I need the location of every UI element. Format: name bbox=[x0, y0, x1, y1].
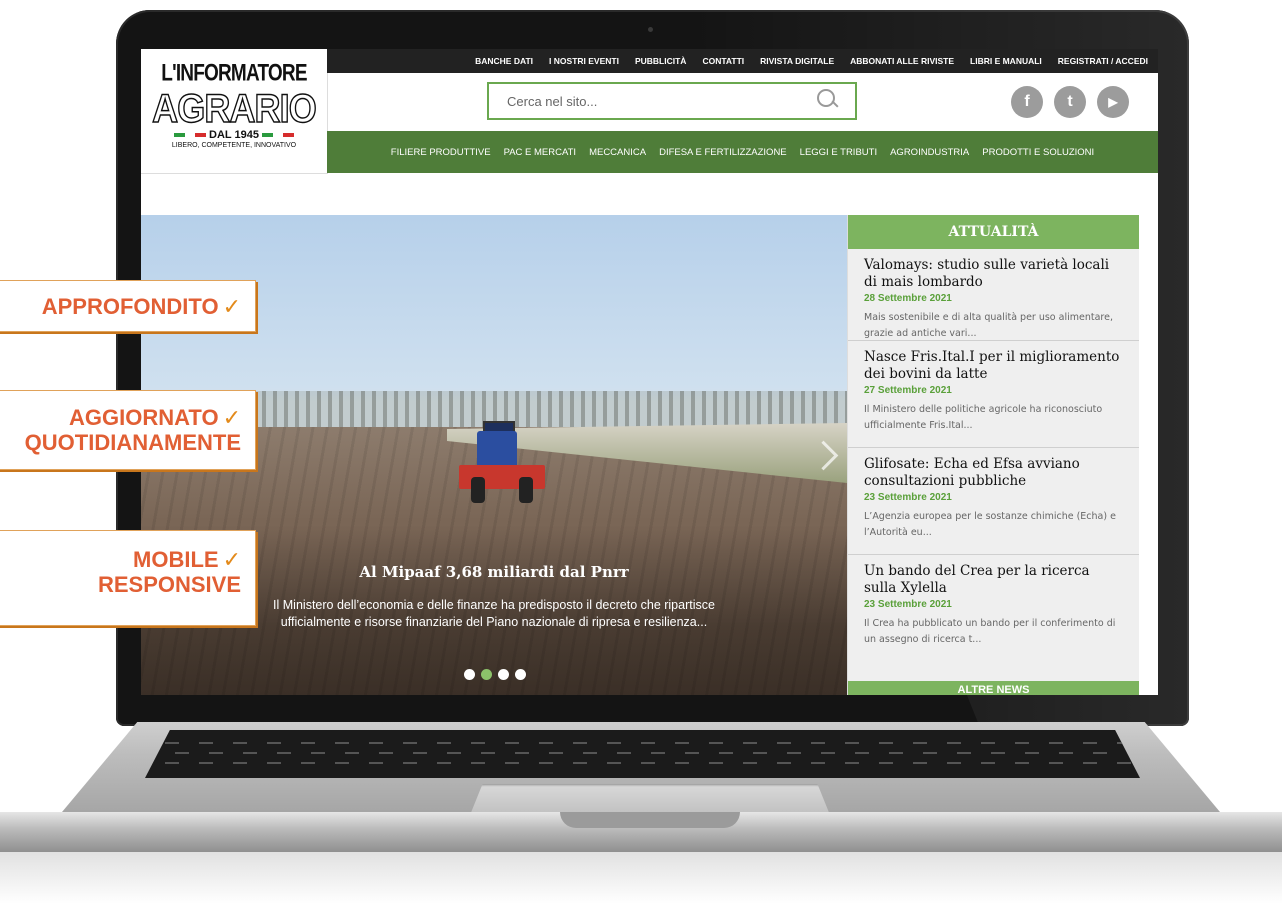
checkmark-icon: ✓ bbox=[222, 547, 241, 572]
callout-text-2: RESPONSIVE bbox=[97, 572, 241, 597]
nav-filiere-produttive[interactable]: FILIERE PRODUTTIVE bbox=[391, 147, 491, 158]
laptop-notch bbox=[560, 812, 740, 828]
callout-mobile: MOBILE ✓ RESPONSIVE bbox=[0, 530, 256, 626]
news-title[interactable]: Un bando del Crea per la ricerca sulla X… bbox=[864, 563, 1123, 597]
hero-image-tractor bbox=[459, 421, 545, 507]
logo-title-top: L'INFORMATORE bbox=[161, 60, 307, 87]
laptop-screen: L'INFORMATORE AGRARIO DAL 1945 LIBERO, C… bbox=[141, 49, 1158, 695]
topnav-banche-dati[interactable]: BANCHE DATI bbox=[475, 56, 533, 66]
hero-excerpt: Il Ministero dell’economia e delle finan… bbox=[273, 598, 715, 629]
news-item[interactable]: Un bando del Crea per la ricerca sulla X… bbox=[848, 555, 1139, 662]
topnav-eventi[interactable]: I NOSTRI EVENTI bbox=[549, 56, 619, 66]
nav-prodotti-soluzioni[interactable]: PRODOTTI E SOLUZIONI bbox=[982, 147, 1094, 158]
facebook-icon[interactable]: f bbox=[1011, 86, 1043, 118]
search-input[interactable] bbox=[505, 92, 811, 110]
news-date: 23 Settembre 2021 bbox=[864, 599, 952, 610]
news-item[interactable]: Valomays: studio sulle varietà locali di… bbox=[848, 249, 1139, 341]
key-row bbox=[145, 762, 1140, 764]
site-logo[interactable]: L'INFORMATORE AGRARIO DAL 1945 LIBERO, C… bbox=[141, 49, 328, 174]
search-box bbox=[487, 82, 857, 120]
news-heading: ATTUALITÀ bbox=[848, 215, 1139, 249]
news-title[interactable]: Glifosate: Echa ed Efsa avviano consulta… bbox=[864, 456, 1123, 490]
callout-aggiornato: AGGIORNATO ✓ QUOTIDIANAMENTE bbox=[0, 390, 256, 470]
news-date: 23 Settembre 2021 bbox=[864, 492, 952, 503]
slider-dot-3[interactable] bbox=[498, 669, 509, 680]
topnav-libri-manuali[interactable]: LIBRI E MANUALI bbox=[970, 56, 1042, 66]
news-excerpt: Il Crea ha pubblicato un bando per il co… bbox=[864, 618, 1116, 645]
slider-dots bbox=[464, 669, 526, 680]
flag-bar-left bbox=[174, 133, 207, 137]
callout-approfondito: APPROFONDITO ✓ bbox=[0, 280, 256, 332]
laptop-reflection bbox=[0, 852, 1282, 904]
callout-text-2: QUOTIDIANAMENTE bbox=[24, 430, 241, 455]
social-links: f t ▶ bbox=[1011, 86, 1129, 118]
nav-difesa-fertilizzazione[interactable]: DIFESA E FERTILIZZAZIONE bbox=[659, 147, 787, 158]
news-excerpt: Mais sostenibile e di alta qualità per u… bbox=[864, 312, 1113, 339]
callout-text: AGGIORNATO bbox=[69, 405, 219, 430]
topnav-contatti[interactable]: CONTATTI bbox=[702, 56, 744, 66]
news-excerpt: Il Ministero delle politiche agricole ha… bbox=[864, 404, 1103, 431]
search-icon[interactable] bbox=[811, 85, 843, 117]
nav-leggi-tributi[interactable]: LEGGI E TRIBUTI bbox=[800, 147, 877, 158]
laptop-keyboard bbox=[145, 730, 1140, 778]
news-date: 27 Settembre 2021 bbox=[864, 385, 952, 396]
key-row bbox=[145, 742, 1140, 744]
nav-pac-mercati[interactable]: PAC E MERCATI bbox=[504, 147, 577, 158]
news-date: 28 Settembre 2021 bbox=[864, 293, 952, 304]
news-title[interactable]: Valomays: studio sulle varietà locali di… bbox=[864, 257, 1123, 291]
top-nav: BANCHE DATI I NOSTRI EVENTI PUBBLICITÀ C… bbox=[327, 49, 1158, 73]
more-news-button[interactable]: ALTRE NEWS bbox=[848, 681, 1139, 695]
news-item[interactable]: Nasce Fris.Ital.I per il miglioramento d… bbox=[848, 341, 1139, 448]
flag-bar-right bbox=[261, 133, 294, 137]
tractor-body bbox=[477, 431, 517, 469]
topnav-abbonati[interactable]: ABBONATI ALLE RIVISTE bbox=[850, 56, 954, 66]
callout-text: APPROFONDITO bbox=[41, 294, 219, 319]
nav-agroindustria[interactable]: AGROINDUSTRIA bbox=[890, 147, 969, 158]
checkmark-icon: ✓ bbox=[222, 405, 241, 430]
topnav-registrati-accedi[interactable]: REGISTRATI / ACCEDI bbox=[1058, 56, 1148, 66]
slider-dot-2[interactable] bbox=[481, 669, 492, 680]
logo-title-main: AGRARIO bbox=[151, 87, 317, 131]
checkmark-icon: ✓ bbox=[222, 294, 241, 319]
camera-icon bbox=[648, 27, 653, 32]
youtube-icon[interactable]: ▶ bbox=[1097, 86, 1129, 118]
news-title[interactable]: Nasce Fris.Ital.I per il miglioramento d… bbox=[864, 349, 1123, 383]
logo-tagline: LIBERO, COMPETENTE, INNOVATIVO bbox=[171, 142, 297, 149]
news-sidebar: ATTUALITÀ Valomays: studio sulle varietà… bbox=[847, 215, 1139, 695]
news-excerpt: L’Agenzia europea per le sostanze chimic… bbox=[864, 511, 1116, 538]
topnav-rivista-digitale[interactable]: RIVISTA DIGITALE bbox=[760, 56, 834, 66]
tractor-wheel-left bbox=[471, 477, 485, 503]
slider-dot-4[interactable] bbox=[515, 669, 526, 680]
topnav-pubblicita[interactable]: PUBBLICITÀ bbox=[635, 56, 686, 66]
twitter-icon[interactable]: t bbox=[1054, 86, 1086, 118]
key-row bbox=[155, 752, 1140, 754]
nav-meccanica[interactable]: MECCANICA bbox=[589, 147, 646, 158]
news-item[interactable]: Glifosate: Echa ed Efsa avviano consulta… bbox=[848, 448, 1139, 555]
slider-dot-1[interactable] bbox=[464, 669, 475, 680]
tractor-wheel-right bbox=[519, 477, 533, 503]
main-nav: FILIERE PRODUTTIVE PAC E MERCATI MECCANI… bbox=[327, 131, 1158, 173]
callout-text: MOBILE bbox=[133, 547, 219, 572]
